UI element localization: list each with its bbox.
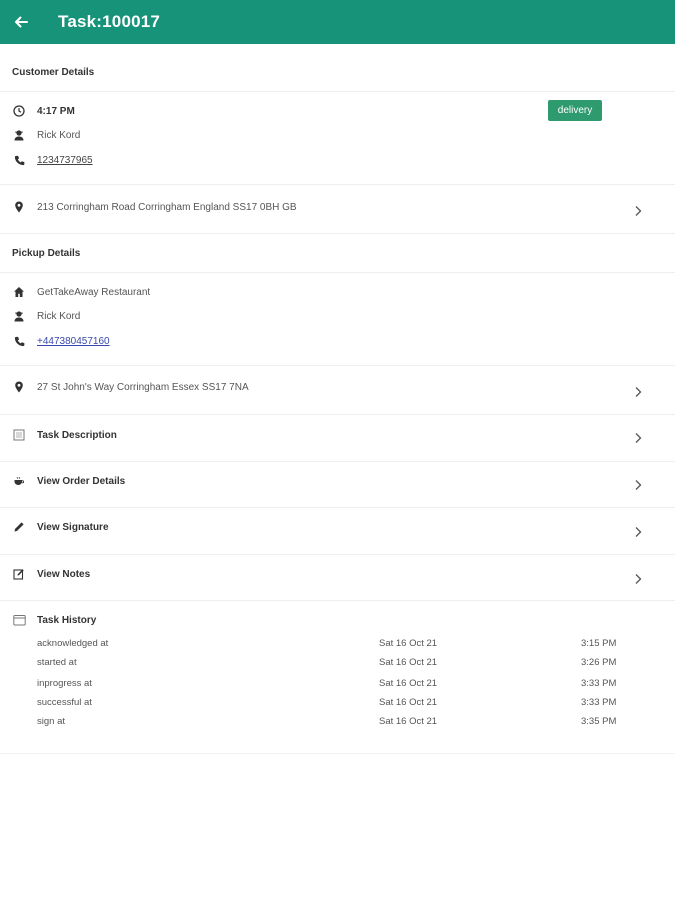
chevron-right-icon [632,431,644,445]
view-notes-row[interactable] [0,555,675,600]
task-description: Task Description [12,427,117,443]
view-notes: View Notes [12,566,90,582]
pickup-address-text: 27 St John's Way Corringham Essex SS17 7… [37,381,249,393]
history-time: 3:33 PM [581,697,617,708]
customer-details-title: Customer Details [12,67,95,78]
clock-icon [12,104,26,118]
chevron-right-icon [632,204,644,218]
history-time: 3:33 PM [581,678,617,689]
customer-phone-link[interactable]: 1234737965 [37,155,93,166]
home-icon [12,285,26,299]
pickup-place: GetTakeAway Restaurant [37,286,151,298]
divider [0,600,675,601]
history-date: Sat 16 Oct 21 [379,697,438,708]
history-date: Sat 16 Oct 21 [379,716,438,727]
history-label: successful at [37,697,92,708]
history-time: 3:26 PM [581,657,617,668]
divider [0,233,675,234]
calendar-icon [12,613,26,627]
history-row: inprogress at Sat 16 Oct 21 3:33 PM [37,678,637,692]
history-time: 3:35 PM [581,716,617,727]
history-label: inprogress at [37,678,92,689]
customer-phone-row: 1234737965 [12,152,93,168]
view-notes-label: View Notes [37,568,91,580]
history-row: started at Sat 16 Oct 21 3:26 PM [37,657,637,671]
history-time: 3:15 PM [581,638,617,649]
view-signature: View Signature [12,519,109,535]
customer-name-row: Rick Kord [12,127,80,143]
chevron-right-icon [632,478,644,492]
pickup-phone-row: +447380457160 [12,333,110,349]
history-row: successful at Sat 16 Oct 21 3:33 PM [37,697,637,711]
pickup-place-row: GetTakeAway Restaurant [12,284,150,300]
divider [0,753,675,754]
pickup-address: 27 St John's Way Corringham Essex SS17 7… [12,379,249,395]
task-description-label: Task Description [37,429,117,441]
page-title: Task:100017 [58,12,161,31]
customer-time: 4:17 PM [37,105,75,117]
phone-icon [12,334,26,348]
history-date: Sat 16 Oct 21 [379,678,438,689]
divider [0,91,675,92]
pickup-details-title: Pickup Details [12,248,81,259]
pickup-name-row: Rick Kord [12,308,80,324]
pickup-phone-link[interactable]: +447380457160 [37,336,110,347]
customer-address: 213 Corringham Road Corringham England S… [12,199,297,215]
coffee-cup-icon [12,474,26,488]
pencil-icon [12,520,26,534]
view-order-details-label: View Order Details [37,475,126,487]
status-badge: delivery [548,100,602,121]
history-row: sign at Sat 16 Oct 21 3:35 PM [37,716,637,730]
task-history-title: Task History [37,614,97,626]
pickup-name: Rick Kord [37,310,81,322]
history-row: acknowledged at Sat 16 Oct 21 3:15 PM [37,638,637,652]
document-icon [12,428,26,442]
history-date: Sat 16 Oct 21 [379,638,438,649]
customer-name: Rick Kord [37,129,81,141]
history-date: Sat 16 Oct 21 [379,657,438,668]
person-icon [12,309,26,323]
chevron-right-icon [632,385,644,399]
phone-icon [12,153,26,167]
back-button[interactable] [2,0,40,44]
task-history-header: Task History [12,612,96,628]
customer-address-text: 213 Corringham Road Corringham England S… [37,201,297,213]
history-label: acknowledged at [37,638,109,649]
history-label: started at [37,657,77,668]
view-order-details: View Order Details [12,473,125,489]
customer-time-row: 4:17 PM [12,103,75,119]
chevron-right-icon [632,572,644,586]
person-icon [12,128,26,142]
location-pin-icon [12,200,26,214]
view-signature-label: View Signature [37,521,109,533]
edit-note-icon [12,567,26,581]
app-bar: Task:100017 [0,0,675,44]
history-label: sign at [37,716,65,727]
location-pin-icon [12,380,26,394]
chevron-right-icon [632,525,644,539]
arrow-left-icon [15,16,28,28]
divider [0,272,675,273]
